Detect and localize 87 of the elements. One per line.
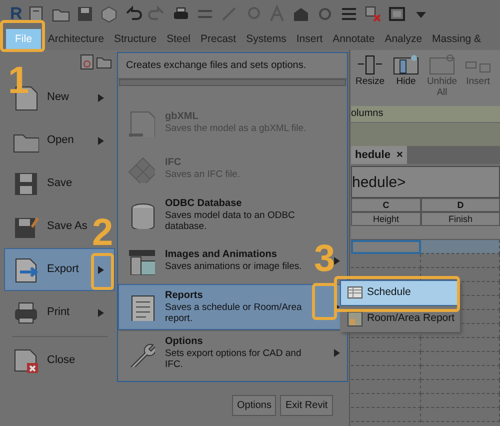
menu-button[interactable]: Options [232,395,276,416]
ribbon-tab[interactable]: Systems [241,29,292,49]
app-logo: R [10,3,22,26]
windows-icon[interactable] [388,5,406,23]
film-image-icon [127,247,155,275]
submenu-arrow-icon[interactable] [98,136,104,144]
delete-icon[interactable] [364,5,382,23]
view-tab[interactable]: hedule [355,146,390,164]
menu-item-title: Reports [165,290,204,302]
ribbon-tab[interactable]: Precast [196,29,242,49]
schedule-title: hedule> [351,166,500,198]
menu-item[interactable]: ODBC Database Saves model data to an ODBC database. [127,198,315,232]
table-cell[interactable] [421,352,500,366]
menu-item[interactable]: Print [4,291,115,334]
table-cell[interactable] [421,338,500,352]
column-letter: C [351,198,421,212]
ribbon-tab[interactable]: Insert [291,29,328,49]
table-cell[interactable] [351,408,421,422]
column-heading: Height [351,212,421,226]
table-cell[interactable] [351,366,421,380]
scroll-bar[interactable] [119,79,346,86]
menu-item[interactable]: Images and Animations Saves animations or image files. [127,247,302,275]
table-cell[interactable] [351,338,421,352]
cube-icon[interactable] [100,5,118,23]
save-icon [13,170,39,196]
table-cell[interactable] [421,380,500,394]
submenu-arrow-icon[interactable] [334,257,340,265]
menu-item[interactable]: Options Sets export options for CAD and IFC. [127,336,315,370]
print-icon [13,300,39,326]
submenu-arrow-icon[interactable] [98,94,104,102]
column-letter: D [421,198,500,212]
column-icon[interactable] [392,54,420,76]
lines-icon[interactable] [340,5,358,23]
table-cell[interactable] [421,366,500,380]
menu-item-description: Saves animations or image files. [165,261,302,273]
menu-item-description: Sets export options for CAD and IFC. [165,348,302,370]
report-icon [347,311,363,327]
submenu-arrow-icon[interactable] [334,349,340,357]
menu-item-title: ODBC Database [165,198,243,210]
close-button[interactable]: × [396,146,403,164]
menu-item[interactable]: Save [4,162,115,205]
house-icon[interactable] [292,5,310,23]
table-icon [347,285,363,301]
gbxml-file-icon [127,109,155,137]
column-heading: Finish [421,212,500,226]
menu-item[interactable]: Schedule [340,280,460,306]
menu-item[interactable]: Open [4,119,115,162]
ribbon-tab[interactable]: Analyze [380,29,428,49]
ribbon-tab[interactable]: Massing & [427,29,486,49]
table-cell[interactable] [421,408,500,422]
table-cell[interactable] [351,394,421,408]
ribbon-tab[interactable]: Annotate [328,29,380,49]
menu-item-description: Saves model data to an ODBC database. [165,210,296,232]
recent-documents-icon[interactable] [80,54,94,70]
callout-frame [0,20,45,52]
ribbon-button[interactable]: Hide [396,76,416,87]
table-cell[interactable] [351,254,421,268]
ribbon-button[interactable]: Resize [355,76,385,87]
menu-item-description: Saves a schedule or Room/Area report. [165,302,303,324]
menu-item[interactable]: Close [4,339,115,382]
resize-icon[interactable] [356,54,384,76]
menu-header: Creates exchange files and sets options. [118,53,347,79]
table-cell[interactable] [421,394,500,408]
menu-item[interactable]: Export [4,248,115,291]
step-number: 3 [314,240,336,278]
submenu-arrow-icon[interactable] [98,266,104,274]
export-icon [13,256,39,282]
table-cell[interactable] [351,380,421,394]
menu-item-title: Options [165,336,204,348]
save-icon[interactable] [76,5,94,23]
table-cell[interactable] [421,240,500,254]
ribbon-tab[interactable]: Steel [162,29,196,49]
step-number: 1 [8,62,30,100]
submenu-arrow-icon[interactable] [98,308,104,316]
redo-icon[interactable] [148,5,166,23]
ifc-icon [127,155,155,183]
table-cell[interactable] [351,240,421,254]
panel-label: olumns [351,106,500,122]
undo-icon[interactable] [124,5,142,23]
callout-frame [91,253,114,290]
table-cell[interactable] [421,254,500,268]
table-cell[interactable] [351,352,421,366]
ribbon-tab[interactable]: Architecture [42,29,109,49]
menu-item-title: Images and Animations [165,249,278,262]
close-document-icon [13,348,39,374]
menu-button[interactable]: Exit Revit [280,395,333,416]
ribbon-tab[interactable]: Structure [108,29,162,49]
